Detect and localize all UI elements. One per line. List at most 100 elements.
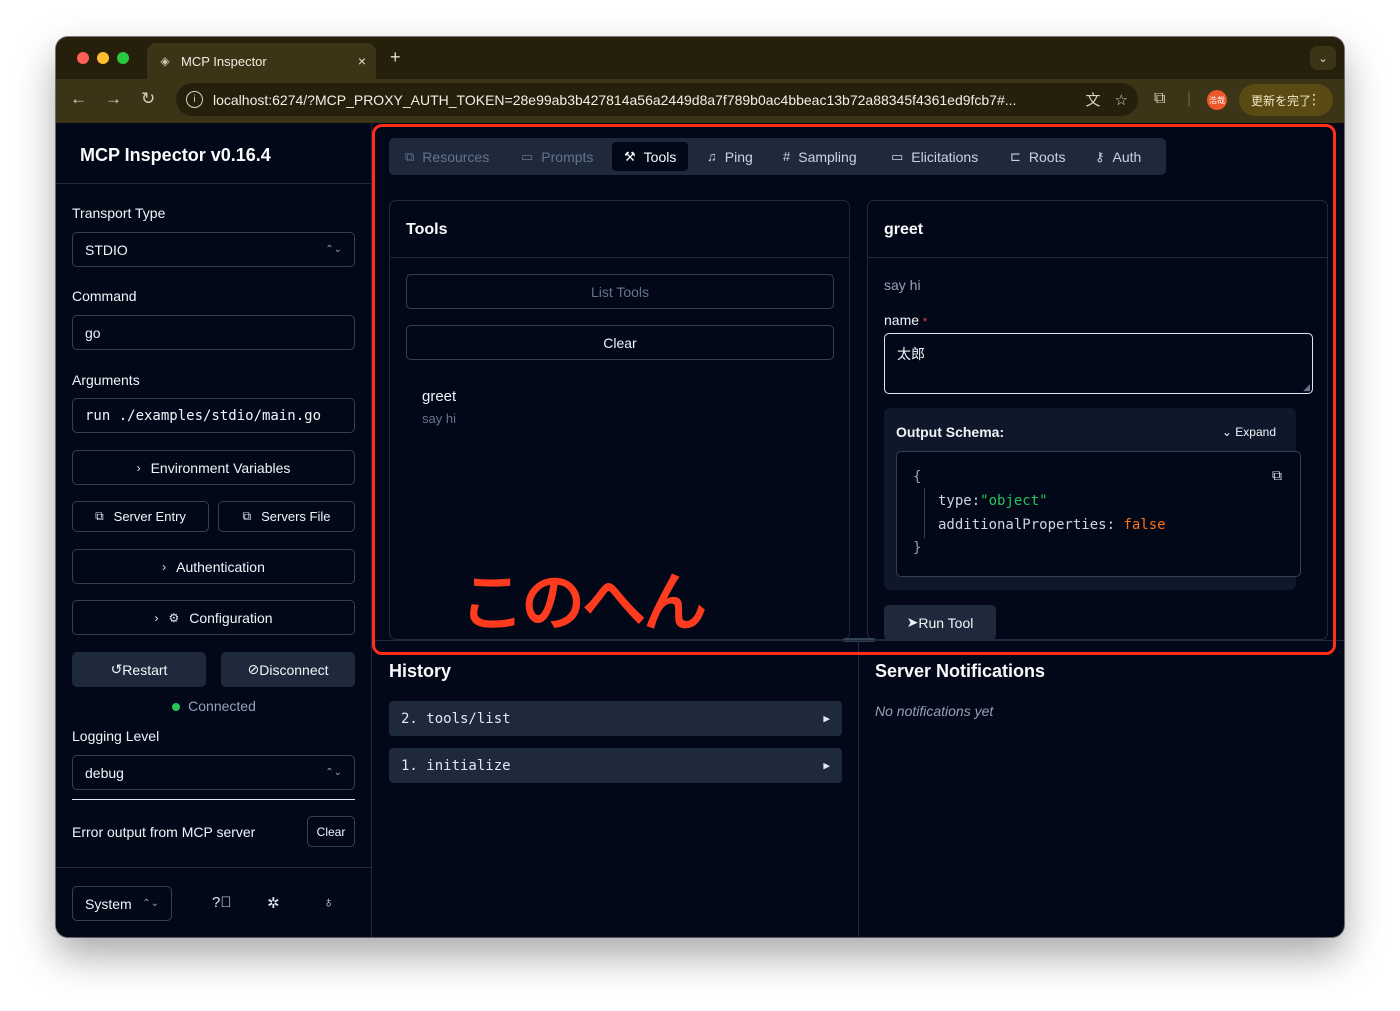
url-text[interactable]: localhost:6274/?MCP_PROXY_AUTH_TOKEN=28e… [213, 92, 1072, 108]
tool-detail-card: greet say hi name * 太郎 ◢ Output Schema: … [867, 200, 1328, 640]
close-window-button[interactable] [77, 52, 89, 64]
clear-tools-button[interactable]: Clear [406, 325, 834, 360]
profile-avatar[interactable]: 浩哉 [1207, 90, 1227, 110]
back-arrow-icon[interactable]: ← [70, 89, 87, 109]
error-clear-button[interactable]: Clear [307, 816, 355, 847]
sidebar-footer-divider [56, 867, 372, 868]
transport-value: STDIO [85, 241, 128, 258]
tab-tools[interactable]: ⚒ Tools [612, 142, 689, 171]
tab-roots[interactable]: ⊏ Roots [1010, 142, 1065, 171]
new-tab-button[interactable]: + [390, 47, 401, 68]
tool-description: say hi [884, 277, 921, 293]
more-menu-icon[interactable]: ⋮ [1307, 91, 1321, 108]
tools-card-title: Tools [390, 201, 849, 258]
bug-icon[interactable]: ✲ [267, 894, 280, 912]
tab-elicitations[interactable]: ▭ Elicitations [891, 142, 978, 171]
command-input[interactable]: go [72, 315, 355, 350]
send-icon: ➤ [906, 614, 919, 630]
tab-resources[interactable]: ⧉ Resources [405, 142, 489, 171]
history-item[interactable]: 1. initialize ▶ [389, 748, 842, 783]
toolbar-divider: | [1187, 90, 1192, 107]
arguments-value: run ./examples/stdio/main.go [85, 407, 322, 424]
update-label: 更新を完了 [1251, 93, 1312, 108]
status-dot [172, 703, 181, 711]
env-button-label: Environment Variables [150, 459, 291, 476]
extensions-icon[interactable]: ⧉ [1154, 90, 1165, 108]
app-title: MCP Inspector v0.16.4 [80, 145, 271, 165]
brace-open: { [913, 469, 922, 485]
forward-arrow-icon[interactable]: → [105, 89, 122, 109]
transport-label: Transport Type [72, 205, 166, 221]
error-output-label: Error output from MCP server [72, 824, 256, 840]
restart-button[interactable]: ↺ Restart [72, 652, 206, 687]
browser-tab[interactable]: ◈ MCP Inspector × [147, 43, 376, 79]
reload-icon[interactable]: ↻ [141, 89, 155, 109]
play-icon: ▶ [823, 712, 830, 725]
disconnect-button[interactable]: ⊘ Disconnect [221, 652, 355, 687]
history-title: History [389, 661, 452, 681]
status-text: Connected [188, 698, 256, 714]
name-field-label: name * [884, 312, 927, 328]
tab-ping[interactable]: ♫ Ping [707, 142, 753, 171]
tab-bar: ◈ MCP Inspector × + ⌄ [56, 37, 1344, 79]
chevrons-up-down-icon: ⌃⌄ [325, 244, 342, 255]
mcp-logo-icon: ◈ [160, 54, 170, 68]
schema-ap-value: false [1123, 517, 1166, 533]
name-value: 太郎 [897, 346, 925, 362]
expand-toggle[interactable]: ⌄ Expand [1222, 425, 1276, 439]
tool-item-name[interactable]: greet [422, 388, 456, 405]
run-tool-button[interactable]: ➤ Run Tool [884, 605, 996, 639]
servers-file-button[interactable]: ⧉ Servers File [218, 501, 355, 532]
chevron-right-icon: › [154, 610, 159, 625]
copy-icon[interactable]: ⧉ [1272, 468, 1282, 484]
tab-search-icon[interactable]: ⌄ [1310, 46, 1336, 70]
sidebar-divider [56, 183, 372, 184]
tab-sampling[interactable]: # Sampling [783, 142, 857, 171]
logging-level-select[interactable]: debug ⌃⌄ [72, 755, 355, 790]
configuration-button[interactable]: › ⚙ Configuration [72, 600, 355, 635]
chevron-down-icon: ⌄ [1221, 425, 1232, 439]
help-circle-icon[interactable]: ?⃝ [212, 894, 232, 911]
history-vertical-divider [858, 640, 859, 937]
resize-handle-icon[interactable]: ◢ [1303, 382, 1310, 393]
tab-label: Prompts [541, 148, 594, 165]
history-item[interactable]: 2. tools/list ▶ [389, 701, 842, 736]
bookmark-star-icon[interactable]: ☆ [1115, 91, 1128, 109]
github-icon[interactable]: ♁ [323, 894, 334, 911]
logging-label: Logging Level [72, 728, 160, 744]
expand-label: Expand [1235, 425, 1276, 439]
site-info-icon[interactable]: i [186, 91, 203, 108]
translate-icon[interactable]: 文 [1086, 89, 1101, 110]
brace-close: } [913, 540, 922, 556]
unplug-icon: ⊘ [247, 661, 260, 677]
chevron-right-icon: › [136, 460, 141, 475]
tab-close-icon[interactable]: × [358, 53, 366, 69]
tab-auth[interactable]: ⚷ Auth [1095, 142, 1141, 171]
authentication-button[interactable]: › Authentication [72, 549, 355, 584]
browser-toolbar: ← → ↻ i localhost:6274/?MCP_PROXY_AUTH_T… [56, 79, 1344, 123]
hash-icon: # [783, 149, 791, 164]
copy-icon: ⧉ [242, 509, 252, 523]
server-entry-label: Server Entry [113, 509, 186, 524]
address-bar[interactable]: i localhost:6274/?MCP_PROXY_AUTH_TOKEN=2… [176, 83, 1138, 116]
tab-prompts[interactable]: ▭ Prompts [521, 142, 593, 171]
environment-variables-button[interactable]: › Environment Variables [72, 450, 355, 485]
folder-tree-icon: ⊏ [1010, 148, 1021, 164]
server-entry-button[interactable]: ⧉ Server Entry [72, 501, 209, 532]
output-schema-panel: Output Schema: ⌄ Expand ⧉ { type:"object… [884, 408, 1301, 590]
history-item-label: 1. initialize [401, 757, 511, 774]
arguments-input[interactable]: run ./examples/stdio/main.go [72, 398, 355, 433]
minimize-window-button[interactable] [97, 52, 109, 64]
maximize-window-button[interactable] [117, 52, 129, 64]
required-mark: * [922, 316, 928, 328]
theme-select[interactable]: System ⌃⌄ [72, 886, 172, 921]
transport-select[interactable]: STDIO ⌃⌄ [72, 232, 355, 267]
servers-file-label: Servers File [261, 509, 331, 524]
tab-label: Auth [1112, 148, 1142, 165]
update-button[interactable]: 更新を完了 ⋮ [1239, 84, 1333, 116]
chevrons-up-down-icon: ⌃⌄ [142, 898, 159, 909]
config-button-label: Configuration [189, 609, 273, 626]
bell-icon: ♫ [707, 149, 717, 164]
list-tools-button[interactable]: List Tools [406, 274, 834, 309]
name-textarea[interactable]: 太郎 ◢ [884, 333, 1313, 394]
